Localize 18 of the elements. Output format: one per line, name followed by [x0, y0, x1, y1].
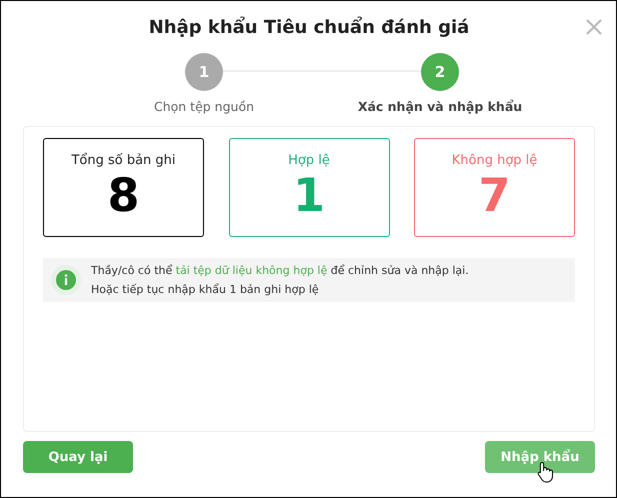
- info-text: Thầy/cô có thể tải tệp dữ liệu không hợp lệ để chỉnh sửa và nhập lại.: [91, 264, 469, 277]
- step-number: 1: [185, 53, 223, 91]
- hand-cursor-icon: [537, 461, 555, 483]
- back-button[interactable]: Quay lại: [23, 441, 133, 473]
- stat-label: Không hợp lệ: [452, 153, 538, 168]
- close-icon[interactable]: [585, 18, 603, 36]
- stat-value: 7: [478, 168, 510, 222]
- info-icon: [51, 265, 81, 295]
- step-label: Xác nhận và nhập khẩu: [358, 99, 522, 114]
- step-label: Chọn tệp nguồn: [154, 99, 254, 114]
- stat-label: Tổng số bản ghi: [71, 153, 176, 168]
- stat-label: Hợp lệ: [288, 153, 330, 168]
- stat-value: 8: [107, 168, 140, 222]
- step-number: 2: [421, 53, 459, 91]
- download-invalid-link[interactable]: tải tệp dữ liệu không hợp lệ: [176, 264, 328, 277]
- stat-value: 1: [292, 168, 325, 222]
- dialog-title: Nhập khẩu Tiêu chuẩn đánh giá: [148, 16, 470, 40]
- info-text: Hoặc tiếp tục nhập khẩu 1 bản ghi hợp lệ: [91, 283, 320, 296]
